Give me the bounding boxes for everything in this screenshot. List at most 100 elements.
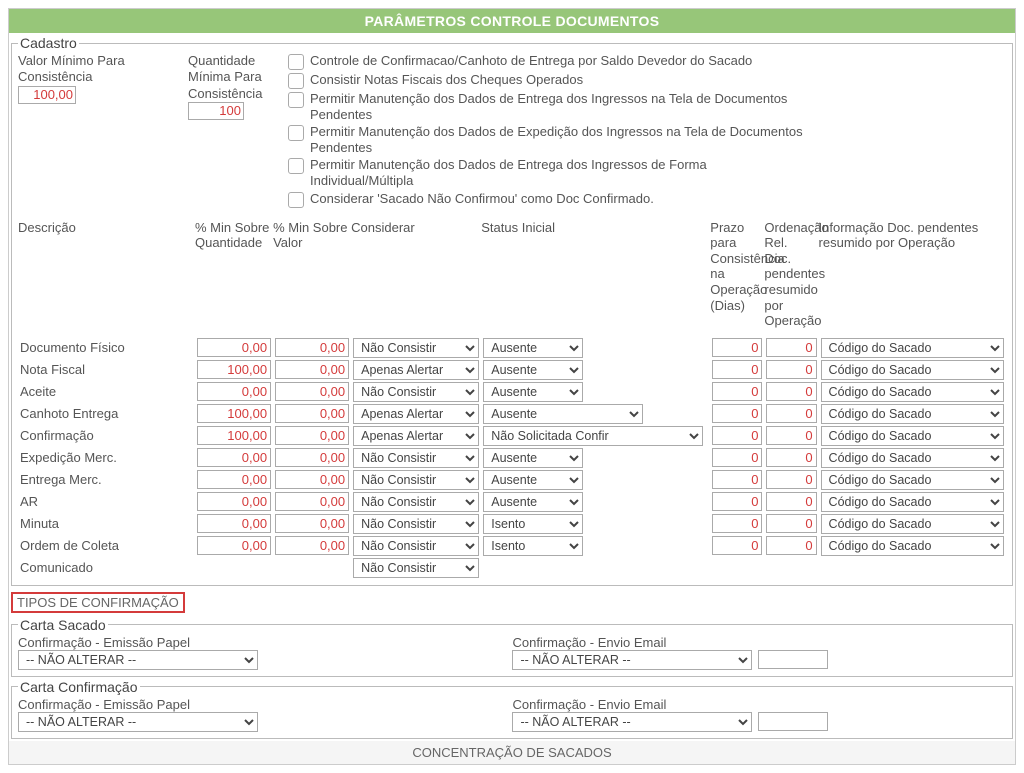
info-select[interactable]: Código do Sacado [821,470,1004,490]
row-label: Comunicado [18,557,195,579]
pct-valor-input[interactable] [275,492,349,511]
info-select[interactable]: Código do Sacado [821,382,1004,402]
ordenacao-input[interactable] [766,338,816,357]
checkbox[interactable] [288,125,304,141]
status-select[interactable]: Ausente [483,338,583,358]
pct-qtd-input[interactable] [197,360,271,379]
top-row: Valor Mínimo Para Consistência Quantidad… [18,53,1006,208]
pct-qtd-input[interactable] [197,426,271,445]
considerar-select[interactable]: Apenas Alertar [353,360,479,380]
info-select[interactable]: Código do Sacado [821,360,1004,380]
considerar-select[interactable]: Não Consistir [353,382,479,402]
status-select[interactable]: Ausente [483,404,643,424]
ordenacao-input[interactable] [766,514,816,533]
pct-qtd-input[interactable] [197,514,271,533]
prazo-input[interactable] [712,338,762,357]
status-select[interactable]: Não Solicitada Confir [483,426,703,446]
prazo-input[interactable] [712,470,762,489]
ordenacao-input[interactable] [766,470,816,489]
status-select[interactable]: Ausente [483,448,583,468]
prazo-input[interactable] [712,448,762,467]
ordenacao-input[interactable] [766,404,816,423]
checkbox-row: Permitir Manutenção dos Dados de Entrega… [288,157,808,188]
pct-valor-input[interactable] [275,382,349,401]
prazo-input[interactable] [712,360,762,379]
checkbox[interactable] [288,192,304,208]
considerar-select[interactable]: Não Consistir [353,448,479,468]
considerar-select[interactable]: Não Consistir [353,514,479,534]
pct-valor-input[interactable] [275,514,349,533]
cs-envio-extra[interactable] [758,650,828,669]
row-label: Aceite [18,381,195,403]
pct-valor-input[interactable] [275,448,349,467]
considerar-select[interactable]: Apenas Alertar [353,426,479,446]
param-table: Descrição % Min Sobre Quantidade % Min S… [18,218,1006,579]
pct-qtd-input[interactable] [197,404,271,423]
checkbox[interactable] [288,158,304,174]
pct-valor-input[interactable] [275,360,349,379]
cc-emissao-select[interactable]: -- NÃO ALTERAR -- [18,712,258,732]
status-select[interactable]: Isento [483,536,583,556]
prazo-input[interactable] [712,492,762,511]
considerar-select[interactable]: Não Consistir [353,536,479,556]
ordenacao-input[interactable] [766,360,816,379]
cs-envio-select[interactable]: -- NÃO ALTERAR -- [512,650,752,670]
checkbox[interactable] [288,73,304,89]
prazo-input[interactable] [712,536,762,555]
status-select[interactable]: Ausente [483,492,583,512]
info-select[interactable]: Código do Sacado [821,404,1004,424]
ordenacao-input[interactable] [766,382,816,401]
cs-emissao-select[interactable]: -- NÃO ALTERAR -- [18,650,258,670]
pct-valor-input[interactable] [275,404,349,423]
considerar-select[interactable]: Não Consistir [353,558,479,578]
pct-valor-input[interactable] [275,536,349,555]
pct-qtd-input[interactable] [197,448,271,467]
checkbox[interactable] [288,54,304,70]
ordenacao-input[interactable] [766,492,816,511]
ordenacao-input[interactable] [766,536,816,555]
prazo-input[interactable] [712,426,762,445]
cc-envio-select[interactable]: -- NÃO ALTERAR -- [512,712,752,732]
info-select[interactable]: Código do Sacado [821,426,1004,446]
th-descricao: Descrição [18,218,195,337]
status-select[interactable]: Ausente [483,382,583,402]
ordenacao-input[interactable] [766,426,816,445]
table-row: Documento FísicoNão ConsistirAusenteCódi… [18,337,1006,359]
prazo-input[interactable] [712,514,762,533]
row-label: Expedição Merc. [18,447,195,469]
info-select[interactable]: Código do Sacado [821,338,1004,358]
info-select[interactable]: Código do Sacado [821,448,1004,468]
checkbox[interactable] [288,92,304,108]
cc-envio-extra[interactable] [758,712,828,731]
checkbox-row: Controle de Confirmacao/Canhoto de Entre… [288,53,808,70]
info-select[interactable]: Código do Sacado [821,536,1004,556]
pct-valor-input[interactable] [275,338,349,357]
prazo-input[interactable] [712,404,762,423]
pct-qtd-input[interactable] [197,492,271,511]
cadastro-legend: Cadastro [18,35,79,51]
status-select[interactable]: Isento [483,514,583,534]
th-pct-valor: % Min Sobre Valor [273,218,351,337]
valor-min-input[interactable] [18,86,76,104]
pct-qtd-input[interactable] [197,338,271,357]
considerar-select[interactable]: Não Consistir [353,470,479,490]
checkbox-label: Consistir Notas Fiscais dos Cheques Oper… [310,72,583,88]
prazo-input[interactable] [712,382,762,401]
pct-valor-input[interactable] [275,470,349,489]
tipos-confirmacao-title: TIPOS DE CONFIRMAÇÃO [11,592,185,613]
considerar-select[interactable]: Não Consistir [353,492,479,512]
status-select[interactable]: Ausente [483,360,583,380]
table-row: Entrega Merc.Não ConsistirAusenteCódigo … [18,469,1006,491]
info-select[interactable]: Código do Sacado [821,492,1004,512]
considerar-select[interactable]: Apenas Alertar [353,404,479,424]
pct-valor-input[interactable] [275,426,349,445]
pct-qtd-input[interactable] [197,470,271,489]
pct-qtd-input[interactable] [197,382,271,401]
th-considerar: Considerar [351,218,481,337]
pct-qtd-input[interactable] [197,536,271,555]
considerar-select[interactable]: Não Consistir [353,338,479,358]
status-select[interactable]: Ausente [483,470,583,490]
qtd-min-input[interactable] [188,102,244,120]
info-select[interactable]: Código do Sacado [821,514,1004,534]
ordenacao-input[interactable] [766,448,816,467]
